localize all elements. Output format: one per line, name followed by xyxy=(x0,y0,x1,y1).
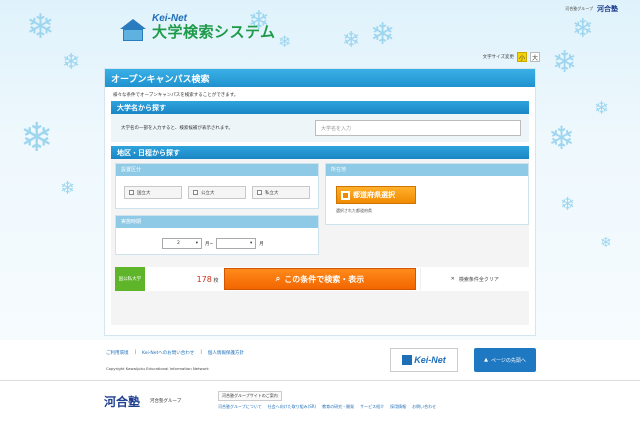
map-icon xyxy=(341,190,350,200)
page-title: オープンキャンパス検索 xyxy=(105,69,535,87)
search-icon: ⌕ xyxy=(275,274,281,283)
name-search-row: 大学名の一部を入力すると、検索候補が表示されます。 大学名を入力 xyxy=(111,114,529,142)
site-link-sr[interactable]: 社会へ向けた取り組み(SR) xyxy=(268,404,316,410)
snowflake-icon: ❄ xyxy=(342,28,361,53)
snowflake-icon: ❄ xyxy=(26,7,55,47)
selected-prefecture-label: 選択された都道府県 xyxy=(336,208,372,213)
checkbox-private[interactable]: 私立大 xyxy=(252,186,310,199)
kei-net-logo-icon xyxy=(402,355,413,365)
snowflake-icon: ❄ xyxy=(572,14,594,44)
site-link-about[interactable]: 河合塾グループについて xyxy=(218,404,262,410)
establishment-type-box: 設置区分 国立大 公立大 私立大 xyxy=(115,163,319,209)
university-name-input[interactable]: 大学名を入力 xyxy=(315,120,521,136)
snowflake-icon: ❄ xyxy=(560,194,576,215)
period-box: 実施時期 2 ▾ 月~ ▾ 月 xyxy=(115,215,319,255)
name-search-instruction: 大学名の一部を入力すると、検索候補が表示されます。 xyxy=(121,126,233,131)
intro-text: 様々な条件でオープンキャンパスを検索することができます。 xyxy=(113,93,239,98)
snowflake-icon: ❄ xyxy=(594,98,610,119)
font-small-button[interactable]: 小 xyxy=(517,52,527,62)
site-link-recruit[interactable]: 採用情報 xyxy=(390,404,406,410)
checkbox-icon xyxy=(257,190,262,195)
kawaijuku-group-label: 河合塾グループ xyxy=(150,399,182,404)
site-link-contact[interactable]: お問い合わせ xyxy=(412,404,436,410)
dropdown-arrow-icon: ▾ xyxy=(195,241,198,246)
site-logo[interactable]: Kei-Net 大学検索システム xyxy=(118,14,276,41)
search-button[interactable]: ⌕ この条件で検索・表示 xyxy=(224,268,416,290)
type-tag: 国公私大学 xyxy=(115,267,145,291)
font-size-switcher: 文字サイズ変更 小 大 xyxy=(483,52,540,62)
search-panel: オープンキャンパス検索 様々な条件でオープンキャンパスを検索することができます。… xyxy=(104,68,536,336)
footer-links: ご利用環境 | Kei-Netへのお問い合わせ | 個人情報保護方針 xyxy=(106,350,244,356)
checkbox-icon xyxy=(129,190,134,195)
group-sites-title: 河合塾グループサイトのご案内 xyxy=(218,391,282,401)
kawaijuku-logo[interactable]: 河合塾 xyxy=(597,4,618,14)
font-large-button[interactable]: 大 xyxy=(530,52,540,62)
site-link-research[interactable]: 教育の研究・開発 xyxy=(322,404,354,410)
snowflake-icon: ❄ xyxy=(548,119,575,157)
kawaijuku-footer-logo[interactable]: 河合塾 xyxy=(104,393,140,410)
kei-net-banner[interactable]: Kei-Net xyxy=(390,348,458,372)
snowflake-icon: ❄ xyxy=(600,235,612,251)
close-icon: ✕ xyxy=(450,276,455,282)
font-size-label: 文字サイズ変更 xyxy=(482,55,514,60)
arrow-up-icon: ▲ xyxy=(484,357,488,363)
checkbox-icon xyxy=(193,190,198,195)
result-bar: 国公私大学 178 校 ⌕ この条件で検索・表示 ✕ 検索条件全クリア xyxy=(115,267,529,291)
period-heading: 実施時期 xyxy=(116,216,318,228)
footer-divider xyxy=(0,380,640,381)
copyright: Copyright Kawaijuku Educational Informat… xyxy=(106,366,209,371)
clear-conditions-button[interactable]: ✕ 検索条件全クリア xyxy=(419,268,529,290)
prefecture-select-button[interactable]: 都道府県選択 xyxy=(336,186,416,204)
location-heading: 所在地 xyxy=(326,164,528,176)
group-sites-links: 河合塾グループについて 社会へ向けた取り組み(SR) 教育の研究・開発 サービス… xyxy=(218,404,436,410)
footer-link-environment[interactable]: ご利用環境 xyxy=(106,350,129,356)
page-top-button[interactable]: ▲ ページの先頭へ xyxy=(474,348,536,372)
snowflake-icon: ❄ xyxy=(62,50,81,75)
dropdown-arrow-icon: ▾ xyxy=(250,241,253,246)
checkbox-public[interactable]: 公立大 xyxy=(188,186,246,199)
house-icon xyxy=(118,18,148,41)
system-title: 大学検索システム xyxy=(152,23,276,41)
checkbox-national[interactable]: 国立大 xyxy=(124,186,182,199)
snowflake-icon: ❄ xyxy=(60,178,76,199)
name-search-heading: 大学名から探す xyxy=(111,101,529,114)
month-to-select[interactable]: ▾ xyxy=(216,238,257,249)
site-link-service[interactable]: サービス紹介 xyxy=(360,404,384,410)
snowflake-icon: ❄ xyxy=(370,17,396,52)
snowflake-icon: ❄ xyxy=(278,32,292,51)
result-count: 178 校 xyxy=(196,274,219,284)
area-search-heading: 地区・日程から探す xyxy=(111,146,529,159)
group-label: 河合塾グループ xyxy=(565,6,593,11)
snowflake-icon: ❄ xyxy=(20,115,54,161)
location-box: 所在地 都道府県選択 選択された都道府県 xyxy=(325,163,529,225)
footer-link-privacy[interactable]: 個人情報保護方針 xyxy=(208,350,244,356)
area-search-section: 設置区分 国立大 公立大 私立大 所在地 都道府県選択 選択された都道府県 実施… xyxy=(111,159,529,325)
snowflake-icon: ❄ xyxy=(552,45,578,80)
footer-link-contact[interactable]: Kei-Netへのお問い合わせ xyxy=(142,350,194,356)
month-from-select[interactable]: 2 ▾ xyxy=(162,238,202,249)
establishment-type-heading: 設置区分 xyxy=(116,164,318,176)
group-header: 河合塾グループ 河合塾 xyxy=(565,4,618,14)
